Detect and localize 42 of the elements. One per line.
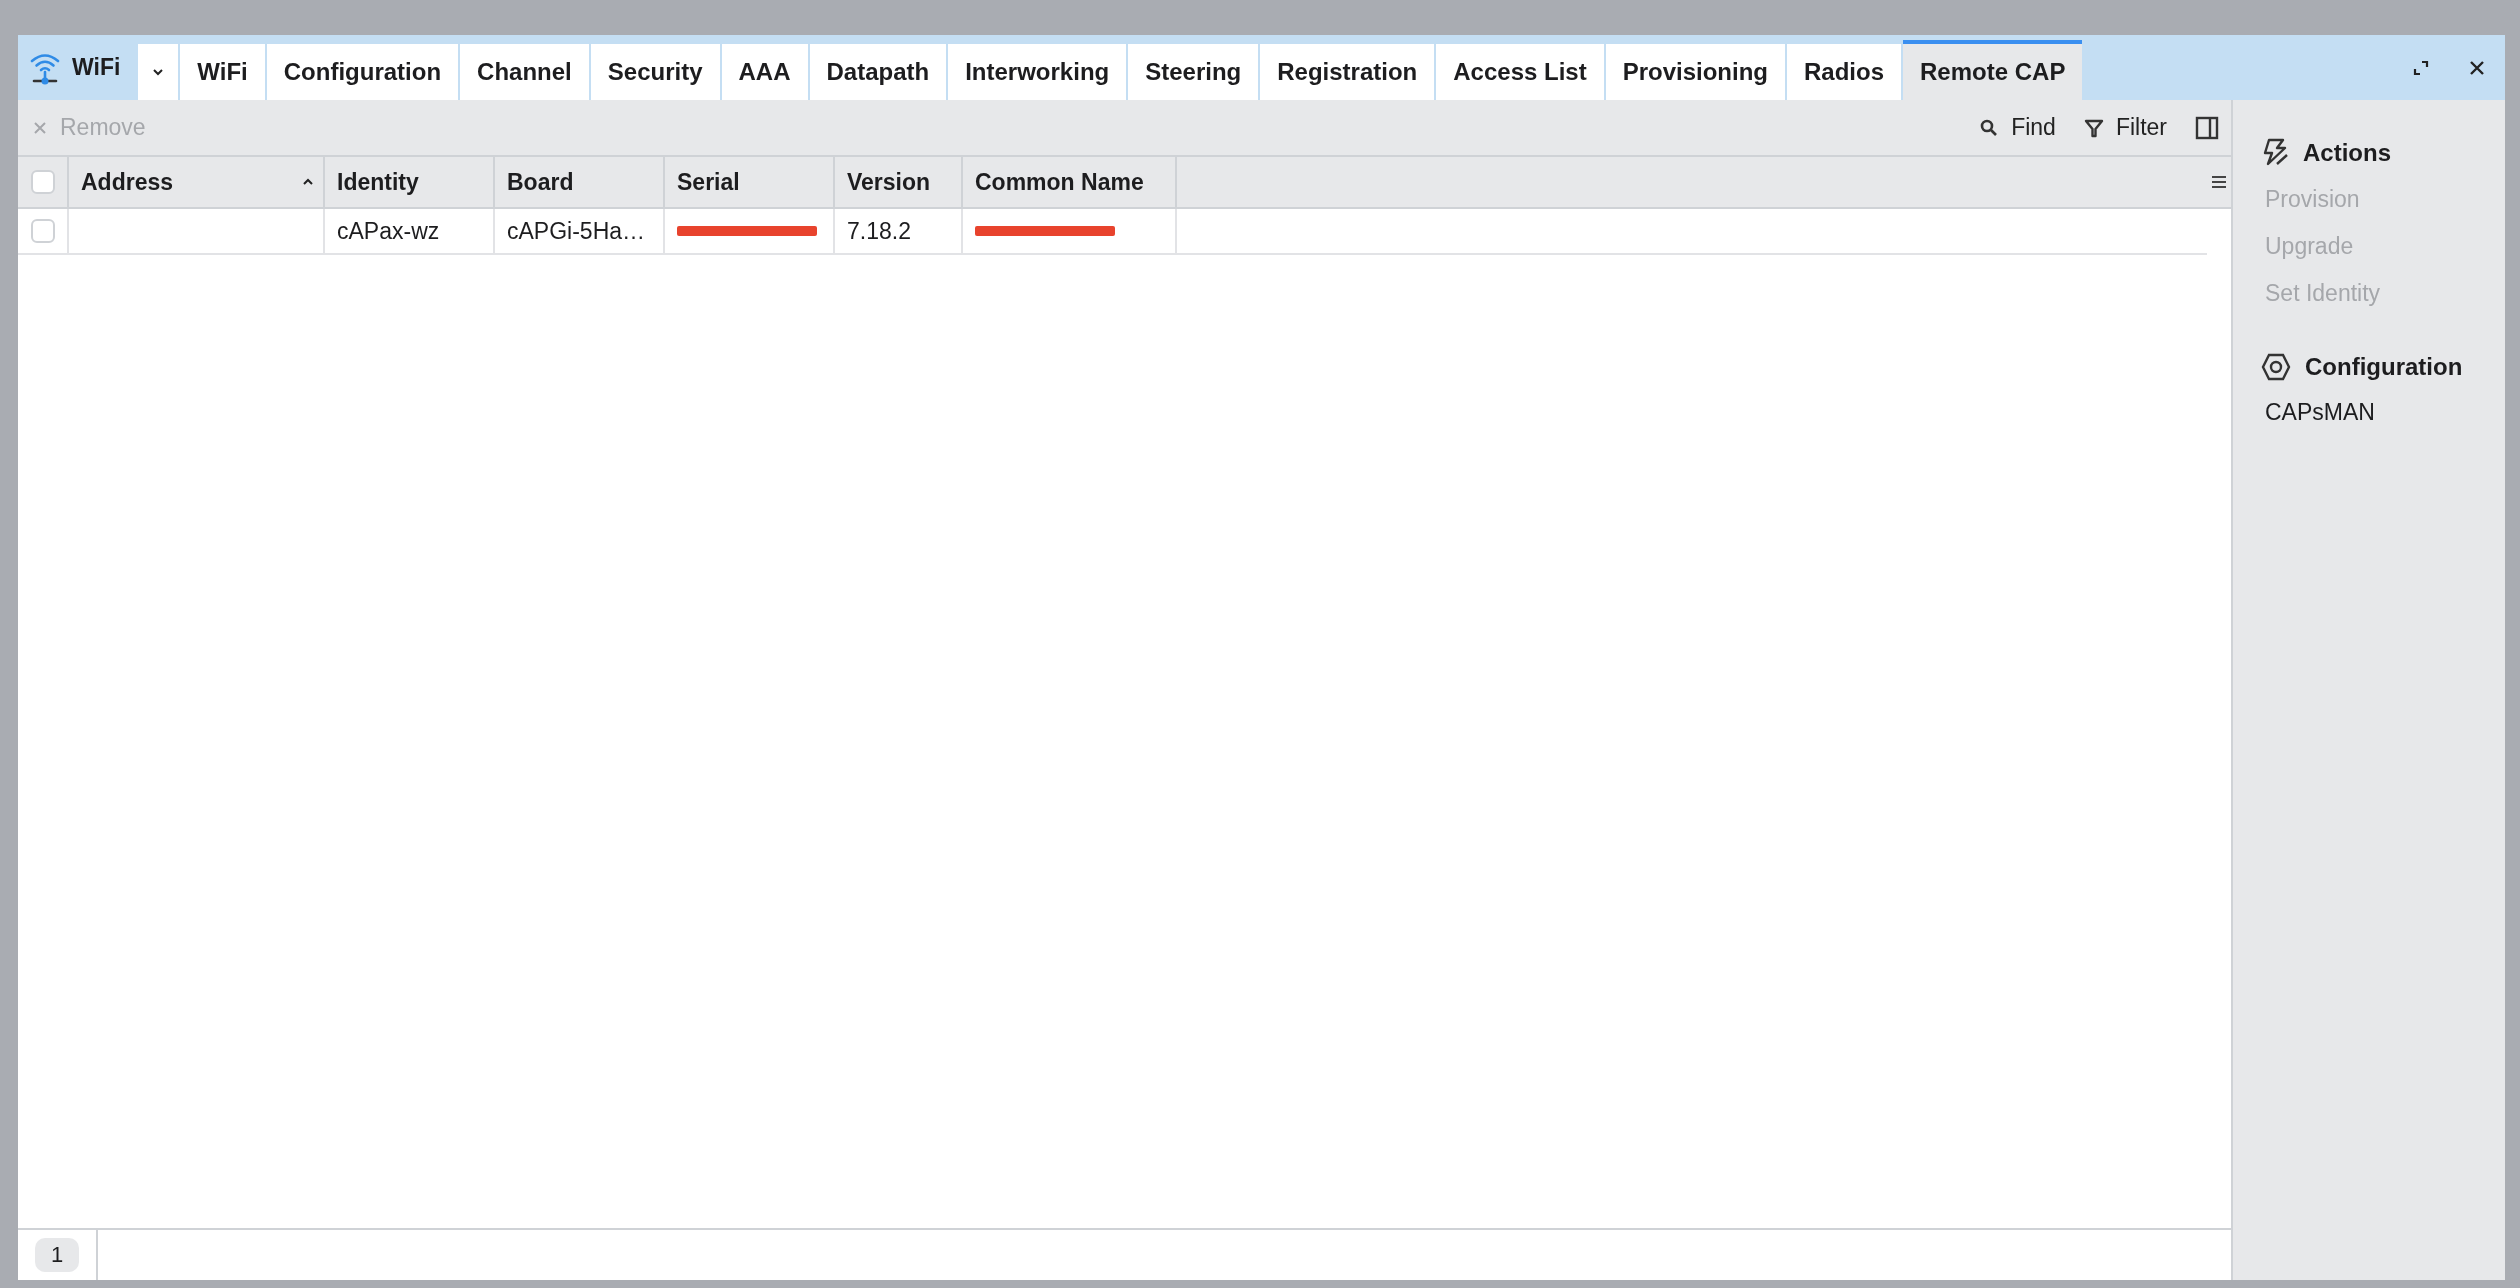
table-cell: cAPax-wz xyxy=(337,217,440,245)
maximize-icon xyxy=(2412,58,2430,77)
tab[interactable]: Radios xyxy=(1787,44,1902,100)
filter-icon xyxy=(2083,117,2104,138)
tab[interactable]: Configuration xyxy=(266,44,459,100)
column-header[interactable]: Identity xyxy=(325,157,495,207)
tab[interactable]: Provisioning xyxy=(1605,44,1785,100)
tab[interactable]: Datapath xyxy=(809,44,947,100)
chevron-down-icon xyxy=(151,67,166,77)
tab[interactable]: Remote CAP xyxy=(1903,40,2083,100)
dropdown-button[interactable] xyxy=(138,44,179,100)
close-icon xyxy=(32,119,48,136)
tab[interactable]: Channel xyxy=(460,44,589,100)
column-menu-icon[interactable] xyxy=(2211,175,2227,189)
hexagon-icon xyxy=(2261,353,2291,381)
close-icon xyxy=(2468,58,2486,77)
column-header[interactable]: Version xyxy=(835,157,963,207)
column-header[interactable]: Address xyxy=(69,157,325,207)
tab[interactable]: AAA xyxy=(721,44,808,100)
tab[interactable]: Interworking xyxy=(948,44,1127,100)
panel-toggle-button[interactable] xyxy=(2195,115,2219,140)
column-header[interactable]: Serial xyxy=(665,157,835,207)
table-cell: 7.18.2 xyxy=(847,217,911,245)
tab[interactable]: Steering xyxy=(1128,44,1259,100)
filter-button[interactable]: Filter xyxy=(2083,114,2167,141)
find-button[interactable]: Find xyxy=(1979,114,2056,141)
item-count: 1 xyxy=(34,1238,80,1272)
column-header[interactable]: Common Name xyxy=(963,157,1177,207)
checkbox[interactable] xyxy=(30,219,55,243)
window-title: WiFi xyxy=(72,54,121,81)
section-title: Actions xyxy=(2303,139,2391,167)
tab[interactable]: Security xyxy=(590,44,720,100)
sidebar-item[interactable]: CAPsMAN xyxy=(2261,389,2379,436)
column-header[interactable]: Board xyxy=(495,157,665,207)
sidebar-panel-icon xyxy=(2195,115,2219,140)
section-title: Configuration xyxy=(2305,353,2463,381)
tab[interactable]: Registration xyxy=(1260,44,1435,100)
tab[interactable]: WiFi xyxy=(180,44,265,100)
tab[interactable]: Access List xyxy=(1436,44,1604,100)
table-cell: cAPGi-5Ha… xyxy=(507,217,646,245)
checkbox[interactable] xyxy=(30,170,55,194)
lightning-icon xyxy=(2261,138,2289,168)
